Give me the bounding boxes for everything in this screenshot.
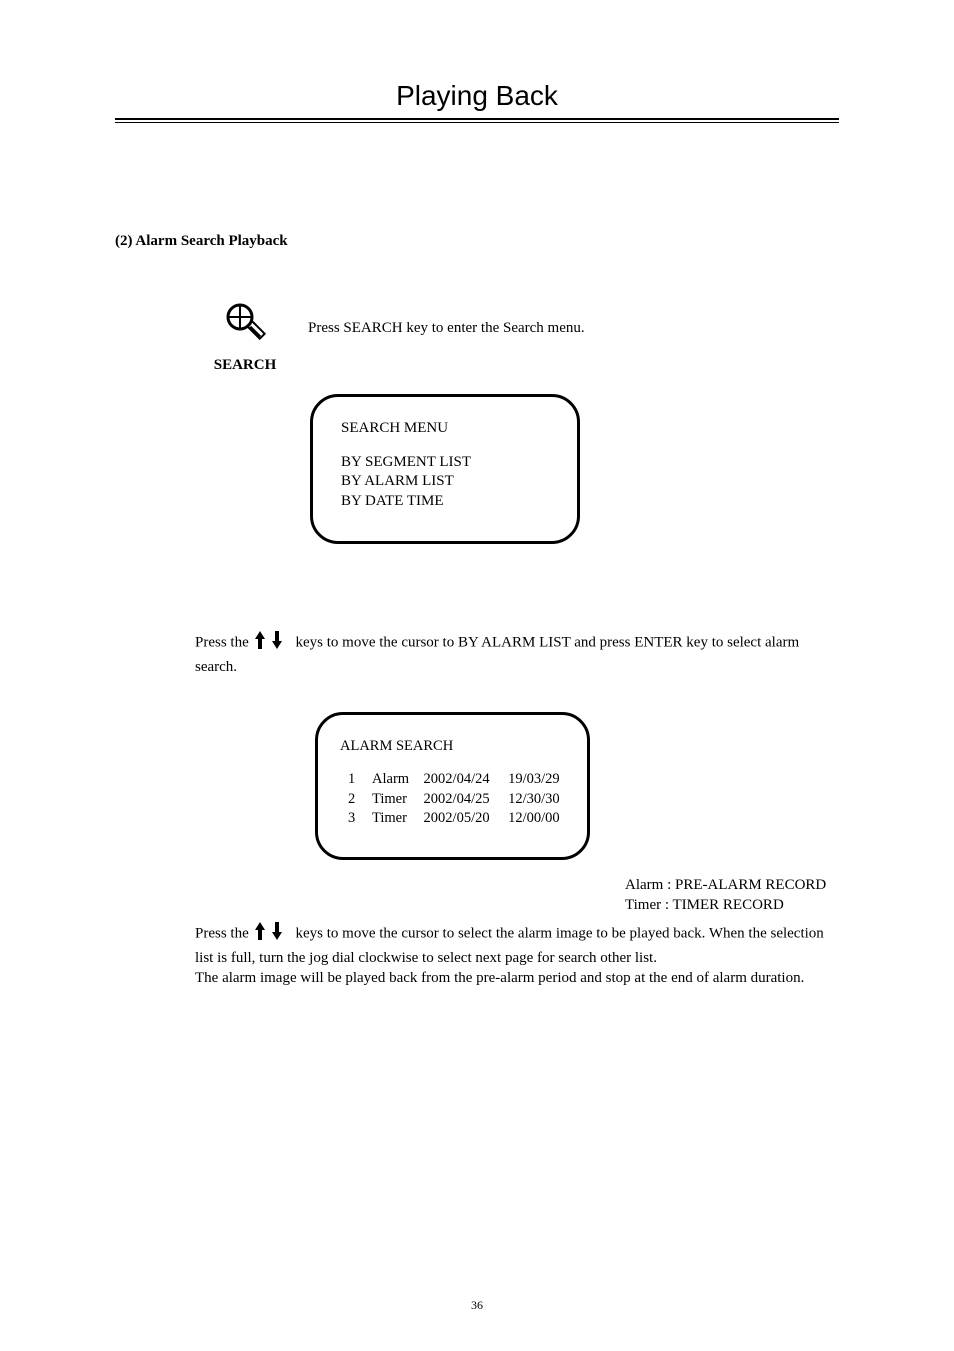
- search-menu-item: BY SEGMENT LIST: [341, 453, 549, 473]
- list-item: 2 Timer 2002/04/25 12/30/30: [348, 790, 565, 810]
- list-item: 1 Alarm 2002/04/24 19/03/29: [348, 770, 565, 790]
- title-rule-thick: [115, 118, 839, 120]
- search-instruction-text: Press SEARCH key to enter the Search men…: [308, 320, 585, 337]
- up-arrow-icon: [253, 920, 267, 948]
- instruction-paragraph-1: Press the keys to move the cursor to BY …: [195, 629, 839, 678]
- alarm-search-box: ALARM SEARCH 1 Alarm 2002/04/24 19/03/29…: [315, 712, 590, 860]
- alarm-search-title: ALARM SEARCH: [340, 737, 565, 757]
- search-menu-item: BY DATE TIME: [341, 492, 549, 512]
- instruction-paragraph-2: Press the keys to move the cursor to sel…: [195, 920, 839, 989]
- page-title: Playing Back: [115, 80, 839, 118]
- magnifier-icon: [221, 300, 269, 353]
- down-arrow-icon: [270, 629, 284, 657]
- list-item: 3 Timer 2002/05/20 12/00/00: [348, 809, 565, 829]
- search-menu-title: SEARCH MENU: [341, 419, 549, 439]
- search-key-label: SEARCH: [214, 357, 277, 374]
- up-arrow-icon: [253, 629, 267, 657]
- title-rule-thin: [115, 122, 839, 123]
- down-arrow-icon: [270, 920, 284, 948]
- page-number: 36: [0, 1298, 954, 1313]
- legend-text: Alarm : PRE-ALARM RECORD Timer : TIMER R…: [625, 875, 826, 916]
- section-heading: (2) Alarm Search Playback: [115, 233, 839, 250]
- search-menu-box: SEARCH MENU BY SEGMENT LIST BY ALARM LIS…: [310, 394, 580, 544]
- search-menu-item: BY ALARM LIST: [341, 472, 549, 492]
